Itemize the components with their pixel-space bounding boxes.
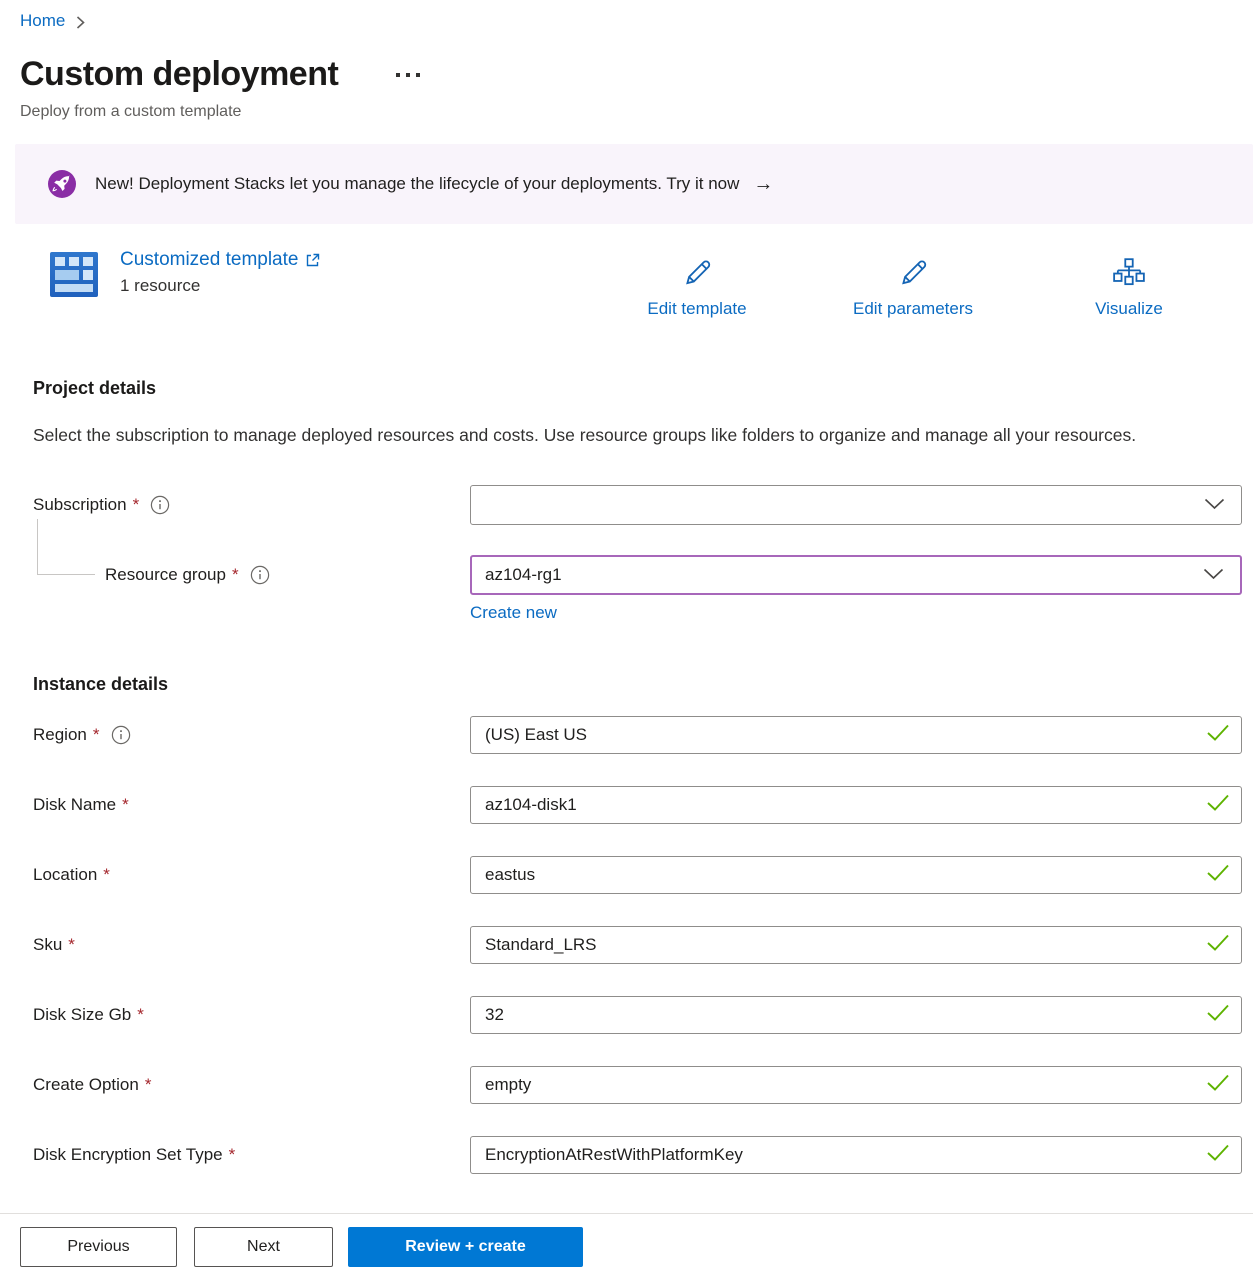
- required-asterisk: *: [137, 1005, 144, 1025]
- more-options-icon[interactable]: [390, 67, 426, 83]
- rocket-icon: [48, 170, 76, 198]
- required-asterisk: *: [229, 1145, 236, 1165]
- required-asterisk: *: [103, 865, 110, 885]
- external-link-icon: [305, 253, 320, 268]
- visualize-label: Visualize: [1044, 299, 1214, 319]
- pencil-icon: [828, 251, 998, 295]
- custom-deployment-page: Home Custom deployment Deploy from a cus…: [0, 0, 1253, 1280]
- customized-template-label: Customized template: [120, 249, 298, 271]
- disk-size-row: Disk Size Gb* 32: [33, 996, 1242, 1034]
- resource-group-label: Resource group*: [33, 565, 470, 585]
- page-subtitle: Deploy from a custom template: [20, 103, 1253, 121]
- next-button[interactable]: Next: [194, 1227, 333, 1267]
- valid-check-icon: [1206, 1074, 1230, 1096]
- disk-encryption-set-type-row: Disk Encryption Set Type* EncryptionAtRe…: [33, 1136, 1242, 1174]
- customized-template-link[interactable]: Customized template: [120, 249, 320, 271]
- breadcrumb-home-link[interactable]: Home: [20, 11, 65, 31]
- title-row: Custom deployment: [20, 55, 1253, 94]
- hierarchy-icon: [1044, 251, 1214, 295]
- valid-check-icon: [1206, 1004, 1230, 1026]
- project-details-description: Select the subscription to manage deploy…: [33, 420, 1183, 451]
- valid-check-icon: [1206, 934, 1230, 956]
- banner-message-link[interactable]: New! Deployment Stacks let you manage th…: [95, 174, 739, 194]
- chevron-down-icon: [1203, 565, 1224, 585]
- required-asterisk: *: [145, 1075, 152, 1095]
- visualize-button[interactable]: Visualize: [1044, 251, 1214, 319]
- subscription-row: Subscription*: [33, 485, 1242, 525]
- required-asterisk: *: [122, 795, 129, 815]
- disk-size-label: Disk Size Gb*: [33, 1005, 470, 1025]
- create-option-input[interactable]: empty: [470, 1066, 1242, 1104]
- edit-parameters-label: Edit parameters: [828, 299, 998, 319]
- create-option-row: Create Option* empty: [33, 1066, 1242, 1104]
- disk-name-input[interactable]: az104-disk1: [470, 786, 1242, 824]
- instance-details-heading: Instance details: [33, 674, 1253, 695]
- disk-encryption-set-type-label: Disk Encryption Set Type*: [33, 1145, 470, 1165]
- edit-template-label: Edit template: [612, 299, 782, 319]
- region-row: Region* (US) East US: [33, 716, 1242, 754]
- valid-check-icon: [1206, 1144, 1230, 1166]
- info-icon[interactable]: [111, 725, 131, 745]
- location-row: Location* eastus: [33, 856, 1242, 894]
- disk-encryption-set-type-input[interactable]: EncryptionAtRestWithPlatformKey: [470, 1136, 1242, 1174]
- resource-group-select[interactable]: az104-rg1: [470, 555, 1242, 595]
- required-asterisk: *: [133, 495, 140, 515]
- template-section: Customized template 1 resource Edit temp…: [0, 247, 1253, 331]
- location-input[interactable]: eastus: [470, 856, 1242, 894]
- valid-check-icon: [1206, 794, 1230, 816]
- subscription-select[interactable]: [470, 485, 1242, 525]
- required-asterisk: *: [68, 935, 75, 955]
- info-icon[interactable]: [150, 495, 170, 515]
- edit-parameters-button[interactable]: Edit parameters: [828, 251, 998, 319]
- page-title: Custom deployment: [20, 55, 338, 94]
- region-label: Region*: [33, 725, 470, 745]
- indent-connector-line: [37, 519, 95, 575]
- sku-label: Sku*: [33, 935, 470, 955]
- template-icon: [50, 252, 98, 297]
- disk-name-row: Disk Name* az104-disk1: [33, 786, 1242, 824]
- required-asterisk: *: [232, 565, 239, 585]
- arrow-right-icon[interactable]: →: [753, 174, 773, 194]
- subscription-label: Subscription*: [33, 495, 470, 515]
- breadcrumb: Home: [0, 0, 1253, 33]
- create-option-label: Create Option*: [33, 1075, 470, 1095]
- chevron-down-icon: [1204, 495, 1225, 515]
- region-input[interactable]: (US) East US: [470, 716, 1242, 754]
- required-asterisk: *: [93, 725, 100, 745]
- deployment-stacks-banner: New! Deployment Stacks let you manage th…: [15, 144, 1253, 224]
- resource-group-row: Resource group* az104-rg1: [33, 555, 1242, 595]
- valid-check-icon: [1206, 864, 1230, 886]
- review-create-button[interactable]: Review + create: [348, 1227, 583, 1267]
- pencil-icon: [612, 251, 782, 295]
- previous-button[interactable]: Previous: [20, 1227, 177, 1267]
- info-icon[interactable]: [250, 565, 270, 585]
- chevron-right-icon: [75, 15, 86, 30]
- sku-row: Sku* Standard_LRS: [33, 926, 1242, 964]
- resource-count: 1 resource: [120, 276, 320, 296]
- create-new-link[interactable]: Create new: [470, 603, 557, 623]
- disk-size-input[interactable]: 32: [470, 996, 1242, 1034]
- valid-check-icon: [1206, 724, 1230, 746]
- disk-name-label: Disk Name*: [33, 795, 470, 815]
- sku-input[interactable]: Standard_LRS: [470, 926, 1242, 964]
- edit-template-button[interactable]: Edit template: [612, 251, 782, 319]
- footer-bar: Previous Next Review + create: [0, 1213, 1253, 1280]
- location-label: Location*: [33, 865, 470, 885]
- project-details-heading: Project details: [33, 378, 1253, 399]
